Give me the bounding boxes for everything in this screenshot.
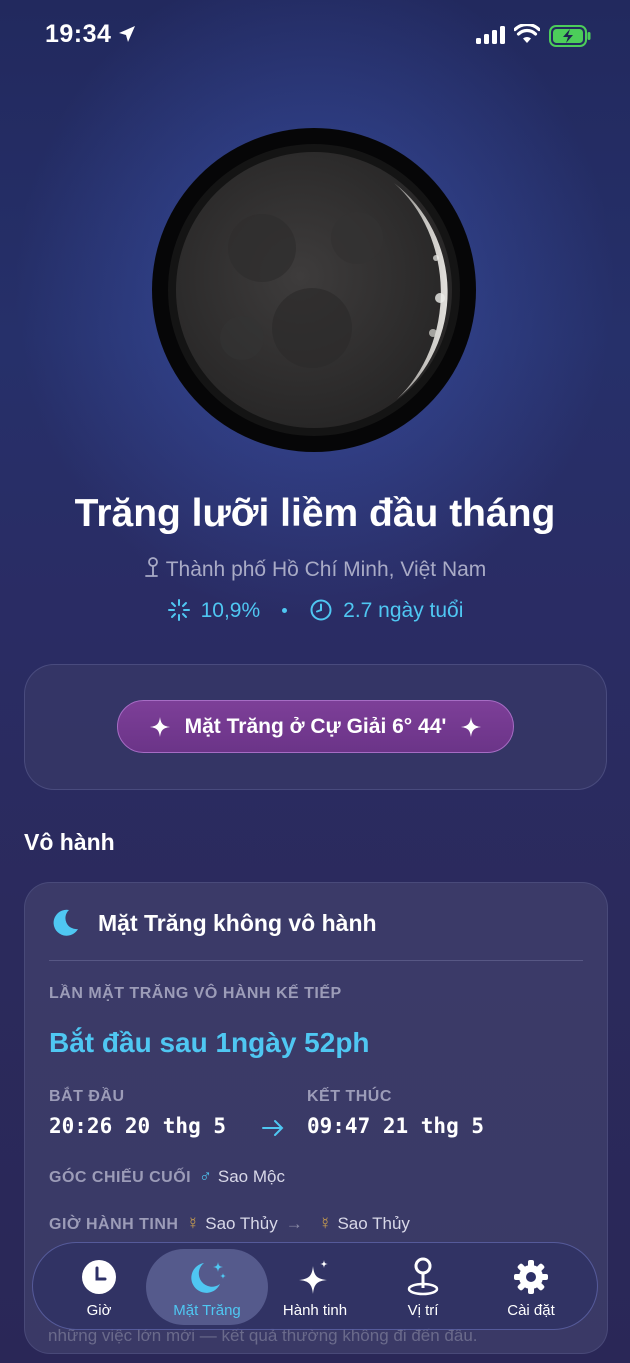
sparkle-icon <box>461 716 482 737</box>
mercury-symbol-icon: ☿ <box>318 1214 332 1233</box>
stats-separator <box>282 608 288 613</box>
last-aspect-value: Sao Mộc <box>217 1167 285 1186</box>
moon-stars-icon <box>191 1262 226 1293</box>
mercury-symbol-icon: ☿ <box>186 1214 200 1233</box>
clock-age-icon <box>310 599 332 621</box>
void-countdown: Bắt đầu sau 1ngày 52ph <box>49 1027 370 1058</box>
illumination-value: 10,9% <box>200 599 261 622</box>
moon-phase-title: Trăng lưỡi liềm đầu tháng <box>74 492 556 535</box>
tab-label: Mặt Trăng <box>173 1302 241 1319</box>
planet-hour-to: Sao Thủy <box>337 1214 410 1233</box>
last-aspect-label: GÓC CHIẾU CUỐI <box>49 1169 192 1186</box>
arrow-right-icon <box>262 1120 284 1136</box>
start-label: BẮT ĐẦU <box>49 1088 125 1105</box>
gear-icon <box>514 1260 548 1294</box>
start-value: 20:26 20 thg 5 <box>49 1114 227 1138</box>
planet-hour-row: GIỜ HÀNH TINH ☿ Sao Thủy → ☿ Sao Thủy <box>49 1214 410 1234</box>
moon-stats: 10,9% 2.7 ngày tuổi <box>0 598 630 623</box>
illumination-icon <box>167 599 190 621</box>
sparkles-icon <box>299 1260 328 1294</box>
tab-bar: Giờ Mặt Trăng Hành tinh Vị trí Cài đặt <box>32 1242 598 1330</box>
wifi-icon <box>514 24 540 43</box>
void-status-text: Mặt Trăng không vô hành <box>98 909 377 936</box>
map-pin-icon <box>407 1257 439 1296</box>
tab-label: Hành tinh <box>282 1302 348 1319</box>
tab-moon[interactable]: Mặt Trăng <box>146 1249 268 1325</box>
mars-symbol-icon: ♂ <box>199 1167 212 1186</box>
tab-label: Cài đặt <box>507 1302 555 1319</box>
status-bar: 19:34 <box>0 0 630 70</box>
last-aspect-row: GÓC CHIẾU CUỐI ♂ Sao Mộc <box>49 1167 285 1187</box>
location-line[interactable]: Thành phố Hồ Chí Minh, Việt Nam <box>0 557 630 582</box>
signal-icon <box>476 26 505 44</box>
clock-icon <box>82 1260 116 1294</box>
section-title-void: Vô hành <box>24 829 115 855</box>
crescent-moon-icon <box>53 909 78 936</box>
end-value: 09:47 21 thg 5 <box>307 1114 485 1138</box>
status-time: 19:34 <box>45 20 112 48</box>
arrow-icon: → <box>285 1214 303 1233</box>
location-pin-icon <box>144 557 158 577</box>
planet-hour-label: GIỜ HÀNH TINH <box>49 1216 179 1233</box>
next-void-label: LẦN MẶT TRĂNG VÔ HÀNH KẾ TIẾP <box>49 985 342 1002</box>
moon-sign-button[interactable]: Mặt Trăng ở Cự Giải 6° 44' <box>117 700 514 753</box>
tab-label: Giờ <box>86 1302 112 1319</box>
moon-sign-label: Mặt Trăng ở Cự Giải 6° 44' <box>184 714 447 738</box>
location-arrow-icon <box>119 26 135 42</box>
planet-hour-from: Sao Thủy <box>205 1214 278 1233</box>
moon-age-value: 2.7 ngày tuổi <box>343 599 464 622</box>
location-text: Thành phố Hồ Chí Minh, Việt Nam <box>165 558 487 581</box>
void-status-row: Mặt Trăng không vô hành <box>49 907 377 939</box>
end-label: KẾT THÚC <box>307 1088 392 1105</box>
tab-label: Vị trí <box>407 1302 439 1319</box>
tab-settings[interactable]: Cài đặt <box>477 1243 585 1329</box>
sparkle-icon <box>149 716 170 737</box>
tab-hours[interactable]: Giờ <box>45 1243 153 1329</box>
moon-sign-card: Mặt Trăng ở Cự Giải 6° 44' <box>24 664 607 790</box>
battery-charging-icon <box>549 25 591 47</box>
tab-planets[interactable]: Hành tinh <box>261 1243 369 1329</box>
card-divider <box>49 960 583 961</box>
moon-phase-image <box>152 128 476 452</box>
tab-location[interactable]: Vị trí <box>369 1243 477 1329</box>
